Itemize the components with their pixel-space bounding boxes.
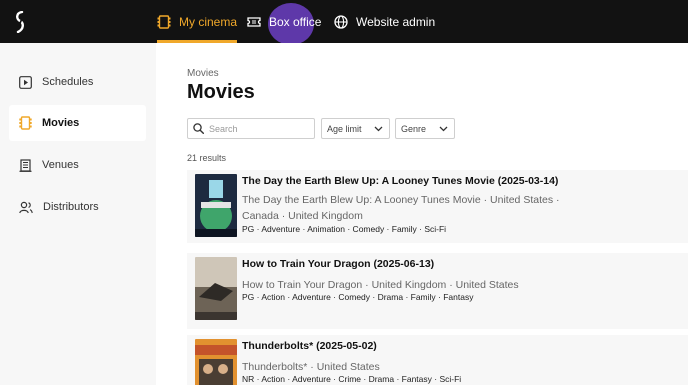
sidebar-item-movies[interactable]: Movies xyxy=(9,105,146,141)
nav-my-cinema[interactable]: My cinema xyxy=(157,0,238,43)
main-content: Movies Movies Search Age limit Genre 21 … xyxy=(156,43,688,385)
sidebar-item-label: Venues xyxy=(42,159,79,171)
results-count: 21 results xyxy=(187,153,227,163)
search-placeholder: Search xyxy=(209,123,238,134)
sidebar-item-label: Schedules xyxy=(42,76,94,88)
breadcrumb[interactable]: Movies xyxy=(187,68,219,79)
sidebar-item-schedules[interactable]: Schedules xyxy=(9,64,146,100)
sidebar-item-distributors[interactable]: Distributors xyxy=(9,189,146,225)
building-icon xyxy=(19,158,32,172)
nav-my-cinema-label: My cinema xyxy=(179,14,238,29)
film-icon xyxy=(157,14,171,29)
play-square-icon xyxy=(19,75,32,89)
movie-card[interactable]: Thunderbolts* (2025-05-02) Thunderbolts*… xyxy=(187,335,688,385)
chevron-down-icon xyxy=(439,126,448,131)
nav-box-office[interactable]: Box office xyxy=(247,0,321,43)
movie-title[interactable]: The Day the Earth Blew Up: A Looney Tune… xyxy=(242,175,558,187)
movie-tags: NR · Action · Adventure · Crime · Drama … xyxy=(242,374,462,384)
movie-subtitle: How to Train Your Dragon · United Kingdo… xyxy=(242,279,519,291)
search-icon xyxy=(193,123,204,134)
movie-title[interactable]: Thunderbolts* (2025-05-02) xyxy=(242,340,377,352)
genre-label: Genre xyxy=(401,123,427,134)
ticket-icon xyxy=(247,16,261,27)
movie-subtitle: The Day the Earth Blew Up: A Looney Tune… xyxy=(242,194,560,222)
chevron-down-icon xyxy=(374,126,383,131)
globe-icon xyxy=(334,14,348,29)
movie-poster xyxy=(195,257,237,320)
top-navigation-bar: My cinema Box office Website admin xyxy=(0,0,688,45)
nav-box-office-label: Box office xyxy=(269,14,322,29)
movie-tags: PG · Action · Adventure · Comedy · Drama… xyxy=(242,292,474,302)
movie-poster xyxy=(195,339,237,385)
age-limit-select[interactable]: Age limit xyxy=(321,118,390,139)
sidebar-item-label: Distributors xyxy=(43,201,99,213)
movie-poster xyxy=(195,174,237,237)
age-limit-label: Age limit xyxy=(327,123,362,134)
movie-subtitle: Thunderbolts* · United States xyxy=(242,361,380,373)
film-strip-icon xyxy=(19,116,32,130)
sidebar: Schedules Movies Venues Distributors xyxy=(0,43,156,385)
movie-tags: PG · Adventure · Animation · Comedy · Fa… xyxy=(242,224,447,234)
app-logo-icon[interactable] xyxy=(12,11,28,33)
sidebar-item-label: Movies xyxy=(42,117,80,129)
movie-card[interactable]: The Day the Earth Blew Up: A Looney Tune… xyxy=(187,170,688,243)
people-icon xyxy=(19,201,33,213)
search-input[interactable]: Search xyxy=(187,118,315,139)
nav-website-admin[interactable]: Website admin xyxy=(334,0,435,43)
movie-card[interactable]: How to Train Your Dragon (2025-06-13) Ho… xyxy=(187,253,688,329)
genre-select[interactable]: Genre xyxy=(395,118,455,139)
sidebar-item-venues[interactable]: Venues xyxy=(9,147,146,183)
nav-website-admin-label: Website admin xyxy=(356,14,436,29)
movie-title[interactable]: How to Train Your Dragon (2025-06-13) xyxy=(242,258,434,270)
page-title: Movies xyxy=(187,81,255,103)
